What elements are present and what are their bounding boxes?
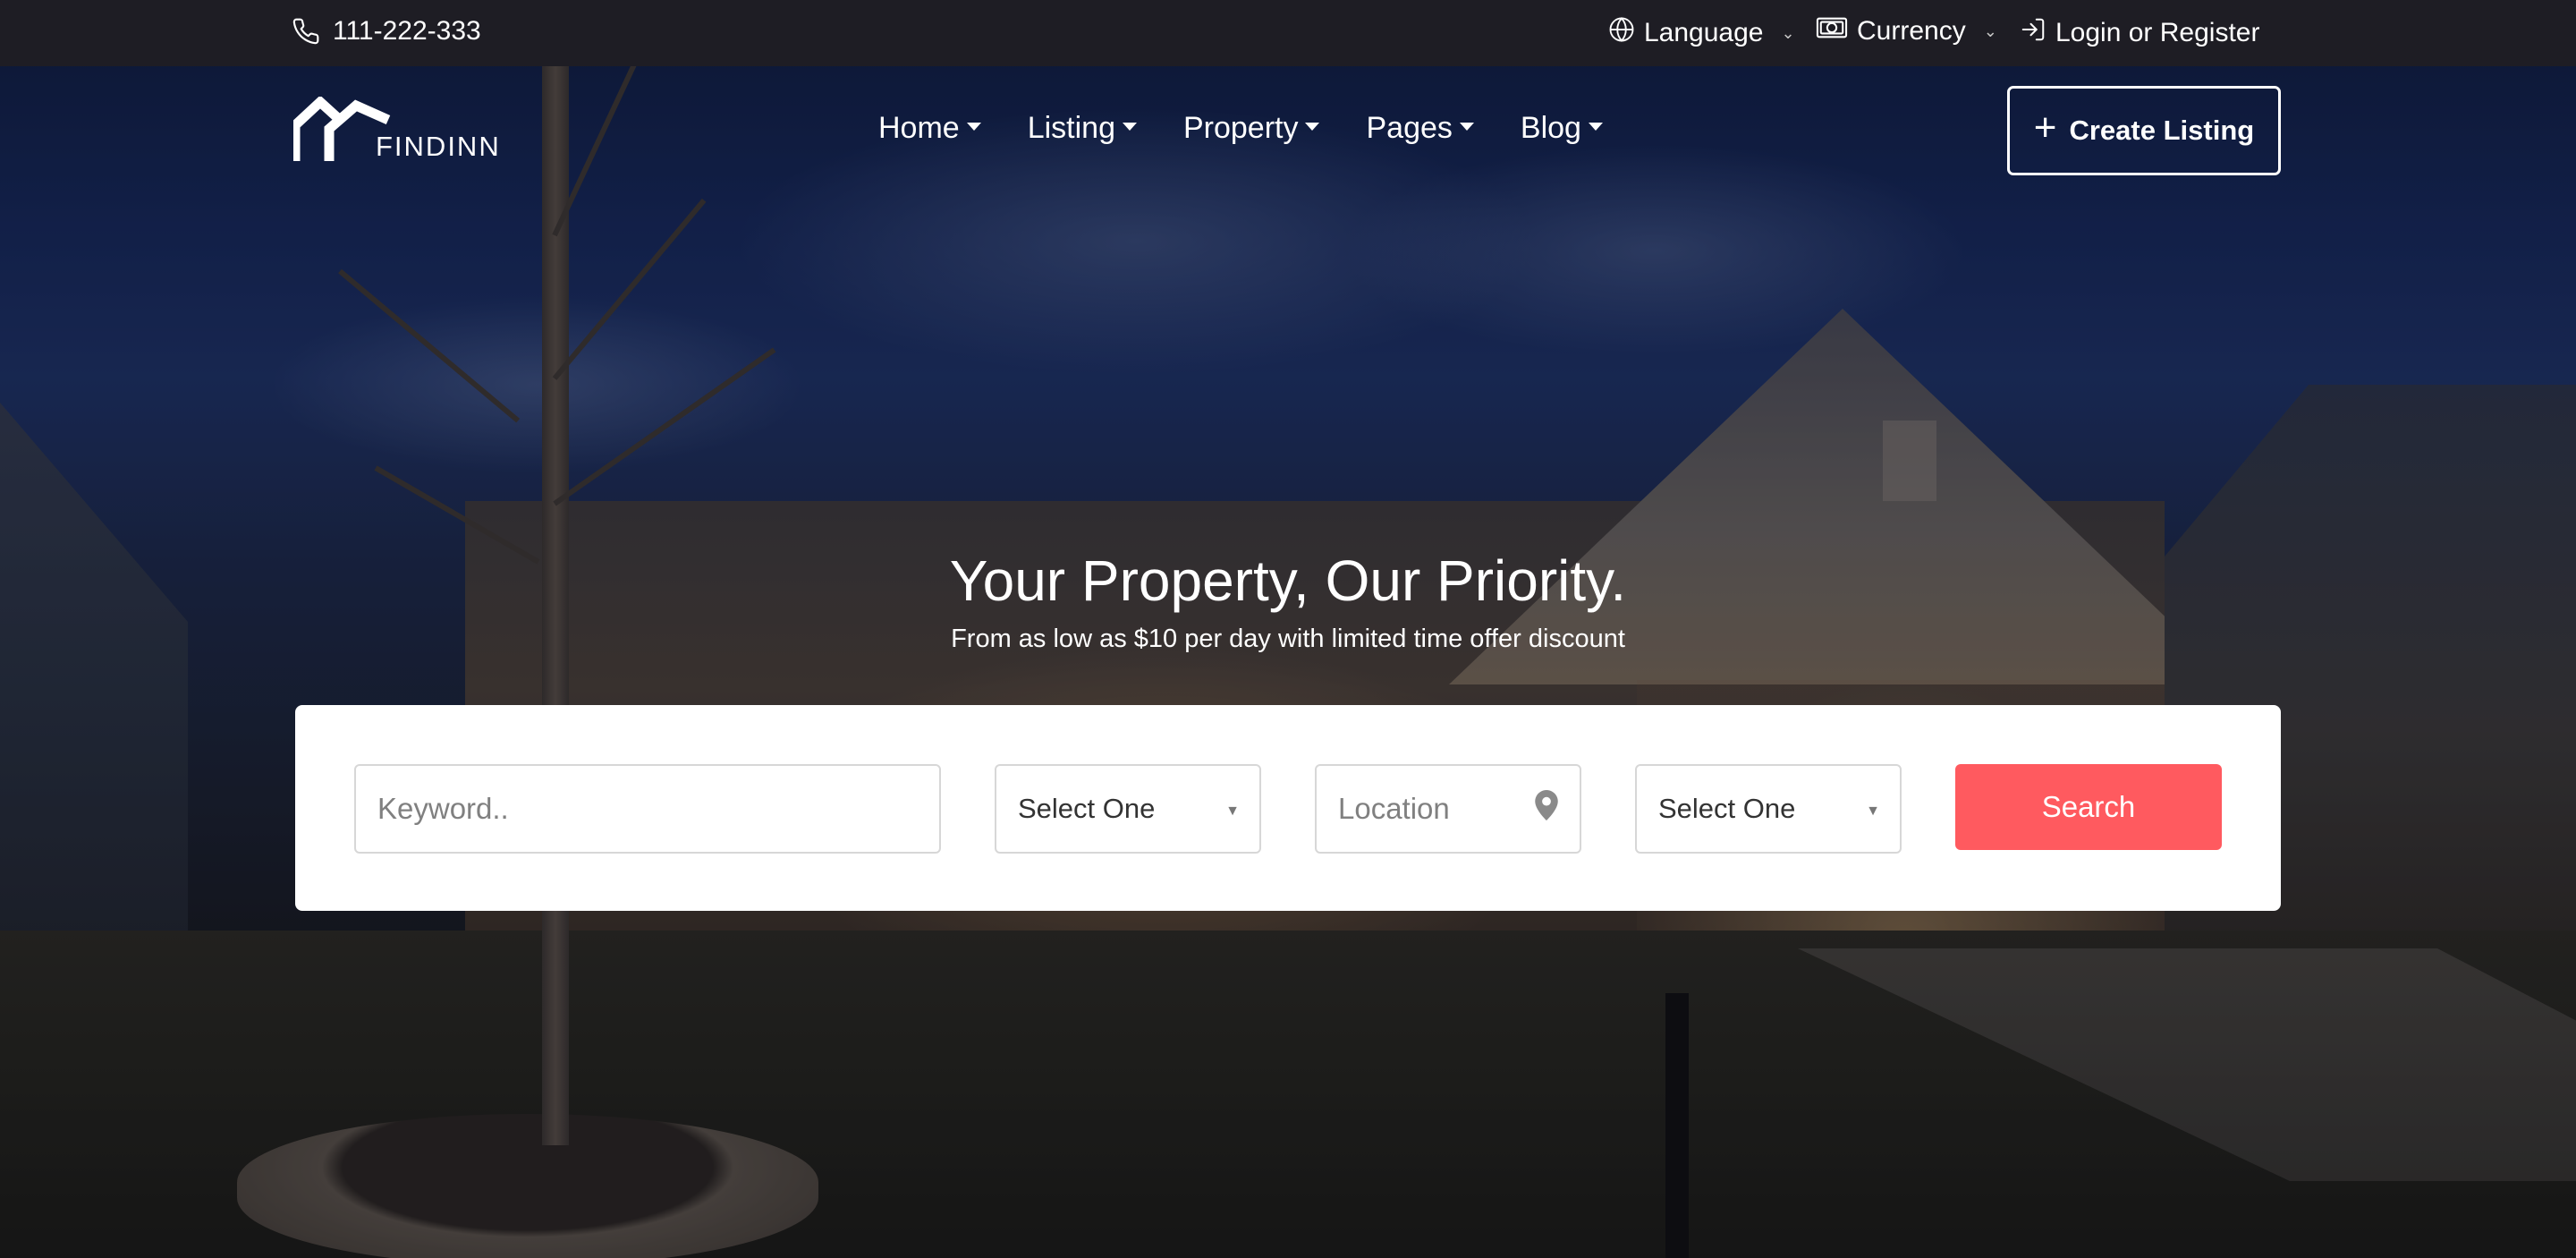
nav-item-property[interactable]: Property (1183, 111, 1320, 146)
chevron-down-icon: ⌄ (1983, 21, 1997, 40)
chevron-down-icon: ▼ (1225, 803, 1240, 819)
phone-contact[interactable]: 111-222-333 (292, 16, 481, 47)
category-select-value: Select One (1018, 793, 1156, 824)
location-placeholder: Location (1338, 792, 1450, 825)
nav-item-label: Blog (1520, 111, 1581, 145)
nav-item-label: Pages (1366, 111, 1453, 145)
caret-down-icon (966, 123, 981, 131)
create-listing-button[interactable]: + Create Listing (2007, 86, 2281, 175)
hero-subtitle: From as low as $10 per day with limited … (951, 625, 1625, 653)
search-button-label: Search (2041, 790, 2136, 823)
phone-number: 111-222-333 (333, 16, 481, 46)
type-select-value: Select One (1658, 793, 1796, 824)
nav-item-label: Home (878, 111, 960, 145)
currency-label: Currency (1857, 16, 1966, 46)
keyword-placeholder: Keyword.. (377, 792, 509, 825)
caret-down-icon (1588, 123, 1603, 131)
keyword-input[interactable]: Keyword.. (354, 764, 941, 854)
login-register-link[interactable]: Login or Register (2020, 16, 2259, 50)
main-navbar: FINDINN Home Listing Property Pages Blog… (0, 66, 2576, 200)
banknote-icon (1816, 16, 1848, 47)
nav-item-listing[interactable]: Listing (1028, 111, 1137, 146)
category-select[interactable]: Select One ▼ (995, 764, 1261, 854)
location-input[interactable]: Location (1315, 764, 1581, 854)
chevron-down-icon: ▼ (1866, 803, 1880, 819)
caret-down-icon (1459, 123, 1474, 131)
create-listing-label: Create Listing (2069, 115, 2255, 146)
login-icon (2020, 16, 2046, 50)
type-select[interactable]: Select One ▼ (1635, 764, 1902, 854)
nav-item-pages[interactable]: Pages (1366, 111, 1474, 146)
search-button[interactable]: Search (1955, 764, 2222, 850)
brand-name: FINDINN (376, 131, 501, 162)
map-pin-icon (1535, 790, 1558, 828)
phone-icon (292, 17, 320, 46)
globe-icon (1608, 16, 1635, 50)
language-label: Language (1644, 18, 1764, 47)
chevron-down-icon: ⌄ (1781, 23, 1795, 42)
plus-icon: + (2033, 106, 2057, 149)
hero-title: Your Property, Our Priority. (949, 548, 1627, 613)
nav-item-label: Listing (1027, 111, 1115, 145)
nav-item-home[interactable]: Home (878, 111, 981, 146)
caret-down-icon (1122, 123, 1137, 131)
nav-item-label: Property (1182, 111, 1299, 145)
search-card: Keyword.. Select One ▼ Location Select O… (295, 705, 2281, 911)
language-dropdown[interactable]: Language ⌄ (1608, 16, 1795, 50)
nav-menu: Home Listing Property Pages Blog (878, 111, 1603, 146)
top-bar: 111-222-333 Language ⌄ Currency ⌄ Login … (0, 0, 2576, 66)
brand-logo[interactable]: FINDINN (290, 95, 501, 165)
caret-down-icon (1305, 123, 1320, 131)
currency-dropdown[interactable]: Currency ⌄ (1816, 16, 1997, 47)
login-label: Login or Register (2055, 18, 2260, 47)
nav-item-blog[interactable]: Blog (1521, 111, 1603, 146)
